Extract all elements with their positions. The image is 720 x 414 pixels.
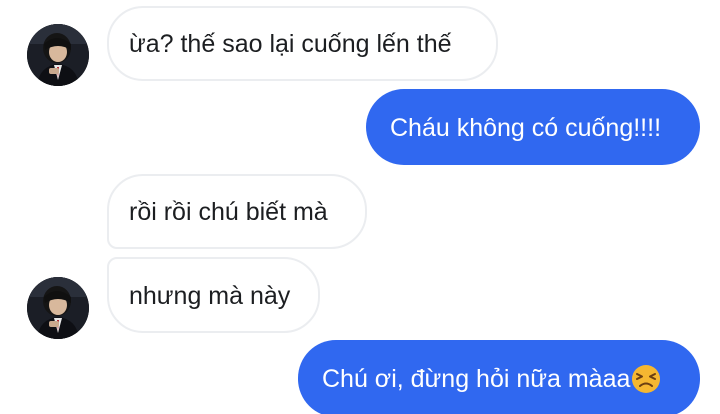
avatar-photo [27, 24, 89, 86]
message-bubble-outgoing[interactable]: Cháu không có cuống!!!! [366, 89, 700, 165]
message-text: Cháu không có cuống!!!! [390, 114, 662, 143]
message-bubble-outgoing[interactable]: Chú ơi, đừng hỏi nữa màaa [298, 340, 700, 414]
message-text: ừa? thế sao lại cuống lến thế [129, 29, 452, 58]
message-bubble-incoming[interactable]: rồi rồi chú biết mà [107, 174, 367, 249]
chat-thread: ừa? thế sao lại cuống lến thế Cháu không… [0, 0, 720, 414]
contact-avatar[interactable] [27, 24, 89, 86]
persevering-face-emoji [631, 364, 661, 394]
message-text: nhưng mà này [129, 282, 291, 311]
avatar-photo [27, 277, 89, 339]
message-text: Chú ơi, đừng hỏi nữa màaa [322, 364, 631, 393]
message-bubble-incoming[interactable]: ừa? thế sao lại cuống lến thế [107, 6, 498, 81]
message-bubble-incoming[interactable]: nhưng mà này [107, 257, 320, 333]
contact-avatar[interactable] [27, 277, 89, 339]
message-text: rồi rồi chú biết mà [129, 197, 328, 226]
